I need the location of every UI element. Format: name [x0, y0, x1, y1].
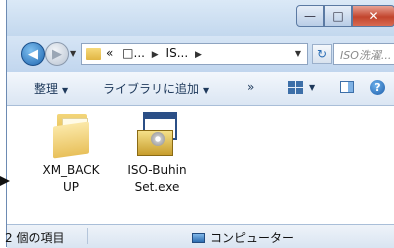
- organize-label: 整理: [34, 82, 59, 96]
- breadcrumb-item[interactable]: IS...: [166, 46, 189, 60]
- minimize-button[interactable]: —: [296, 5, 324, 27]
- forward-button[interactable]: ▶: [45, 42, 69, 66]
- address-dropdown-icon[interactable]: ▼: [295, 49, 301, 58]
- breadcrumb: « □... ▶ IS... ▶: [106, 46, 205, 60]
- address-row: ◀ ▶ ▼ « □... ▶ IS... ▶ ▼ ↻ ISO洗濯...: [7, 36, 394, 72]
- installer-exe-icon: [135, 112, 179, 158]
- more-commands-button[interactable]: »: [247, 80, 254, 94]
- status-divider: [87, 228, 88, 244]
- address-bar[interactable]: « □... ▶ IS... ▶ ▼: [81, 43, 308, 65]
- title-bar[interactable]: — □ ✕: [7, 0, 394, 36]
- help-icon[interactable]: ?: [370, 80, 385, 95]
- chevron-down-icon[interactable]: ▼: [309, 83, 315, 92]
- refresh-button[interactable]: ↻: [312, 44, 332, 64]
- file-item-exe[interactable]: ISO-Buhin Set.exe: [112, 112, 202, 196]
- folder-icon: [51, 112, 91, 159]
- explorer-window: — □ ✕ ◀ ▶ ▼ « □... ▶ IS... ▶ ▼ ↻ ISO洗濯..…: [5, 0, 394, 248]
- breadcrumb-overflow[interactable]: «: [106, 46, 113, 60]
- location-label: コンピューター: [192, 229, 294, 246]
- add-to-library-button[interactable]: ライブラリに追加 ▼: [103, 80, 209, 97]
- breadcrumb-item[interactable]: □...: [122, 46, 145, 60]
- add-to-library-label: ライブラリに追加: [103, 82, 200, 96]
- organize-button[interactable]: 整理 ▼: [34, 80, 68, 97]
- back-button[interactable]: ◀: [21, 42, 45, 66]
- chevron-down-icon: ▼: [203, 86, 210, 95]
- file-item-folder[interactable]: XM_BACK UP: [26, 112, 116, 196]
- file-list: XM_BACK UP ISO-Buhin Set.exe: [7, 106, 394, 224]
- pointer-arrow-icon: [0, 176, 10, 186]
- view-options-icon[interactable]: [288, 81, 303, 94]
- close-button[interactable]: ✕: [352, 5, 394, 27]
- file-name: XM_BACK UP: [42, 163, 100, 194]
- status-bar: 2 個の項目 コンピューター: [5, 224, 394, 248]
- chevron-right-icon[interactable]: ▶: [152, 50, 159, 60]
- folder-icon: [86, 48, 101, 60]
- command-bar: 整理 ▼ ライブラリに追加 ▼ » ▼ ?: [7, 72, 394, 106]
- chevron-right-icon[interactable]: ▶: [195, 50, 202, 60]
- history-dropdown-icon[interactable]: ▼: [70, 49, 76, 58]
- item-count: 2 個の項目: [5, 231, 65, 245]
- search-input[interactable]: ISO洗濯...: [333, 43, 394, 65]
- computer-icon: [192, 233, 205, 243]
- maximize-button[interactable]: □: [324, 5, 352, 27]
- location-text: コンピューター: [210, 231, 295, 245]
- preview-pane-icon[interactable]: [340, 81, 354, 93]
- file-name: ISO-Buhin Set.exe: [127, 163, 187, 194]
- chevron-down-icon: ▼: [62, 86, 69, 95]
